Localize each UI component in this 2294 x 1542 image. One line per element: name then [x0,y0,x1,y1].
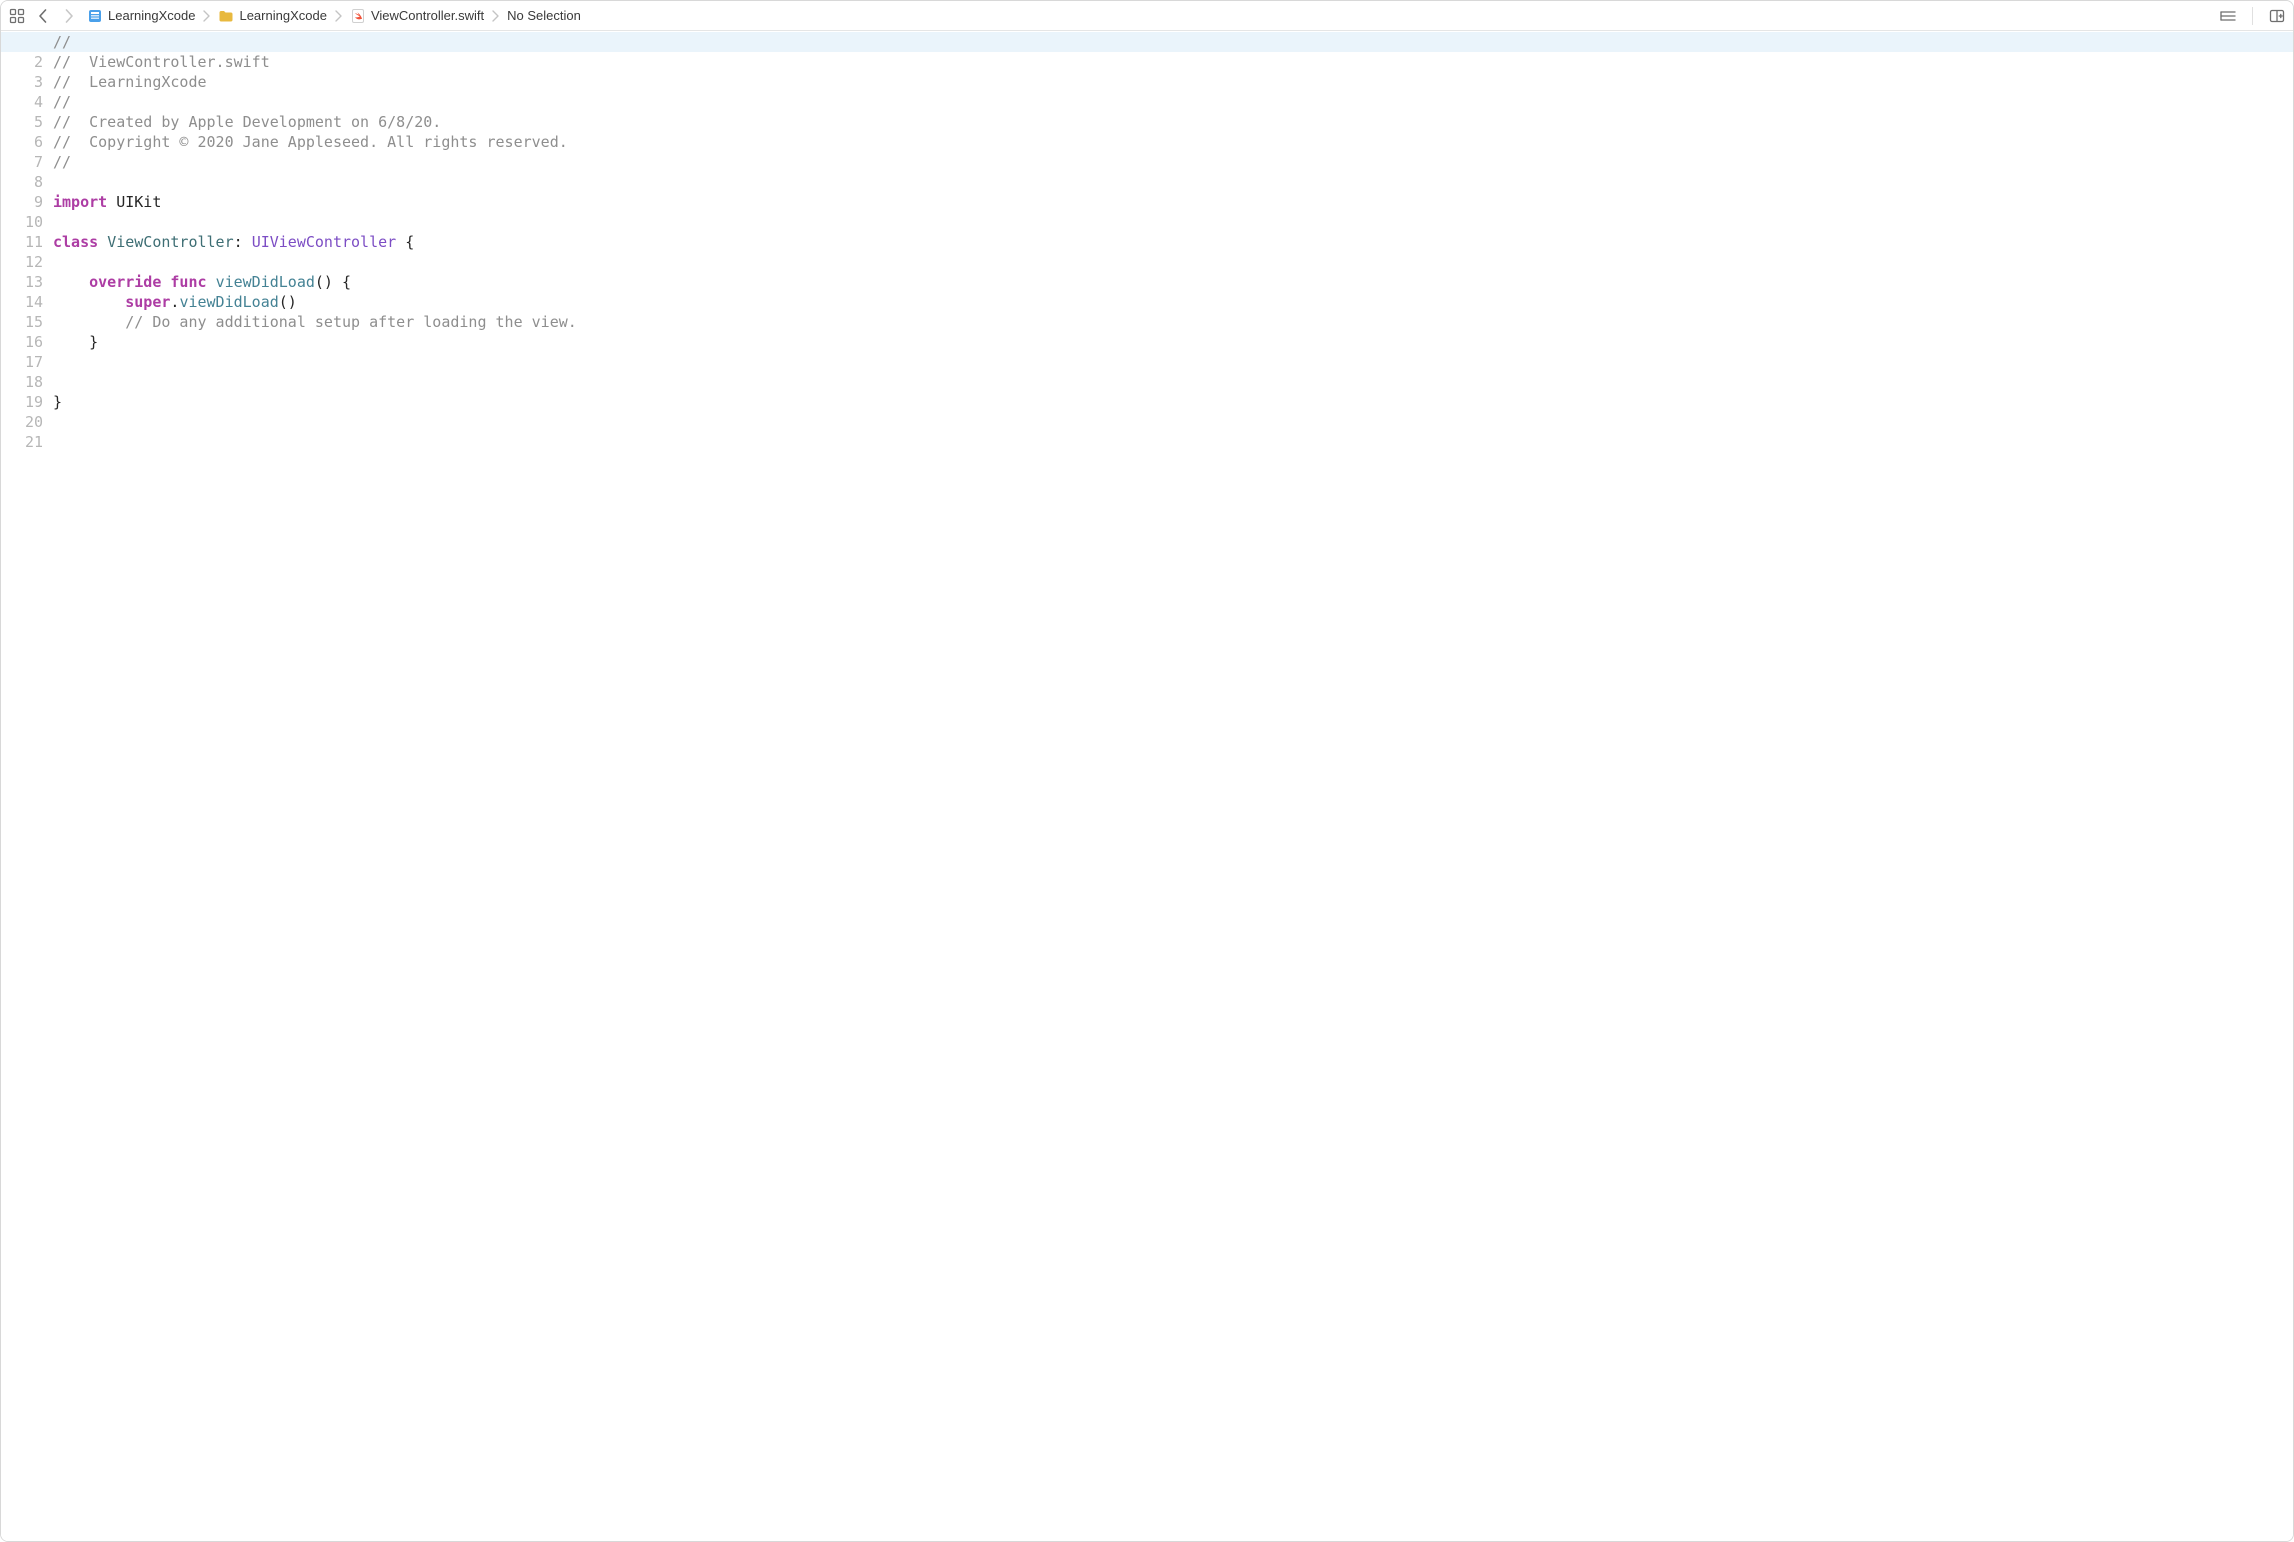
code-line[interactable] [51,352,2293,372]
breadcrumb-group[interactable]: LearningXcode [216,8,328,24]
line-number: 19 [1,392,43,412]
code-line[interactable]: super.viewDidLoad() [51,292,2293,312]
line-number: 3 [1,72,43,92]
code-line[interactable]: } [51,332,2293,352]
line-number: 16 [1,332,43,352]
project-icon [87,8,103,24]
code-line[interactable] [51,212,2293,232]
line-number: 12 [1,252,43,272]
code-line[interactable]: // ViewController.swift [51,52,2293,72]
editor-window: LearningXcode LearningXcode ViewControll… [0,0,2294,1542]
code-line[interactable]: override func viewDidLoad() { [51,272,2293,292]
line-number: 6 [1,132,43,152]
line-number: 13 [1,272,43,292]
line-number: 15 [1,312,43,332]
breadcrumb-project-label: LearningXcode [108,8,195,23]
breadcrumb-selection[interactable]: No Selection [505,8,583,23]
jump-bar-left: LearningXcode LearningXcode ViewControll… [7,6,2214,26]
nav-back-icon[interactable] [33,6,53,26]
line-number: 17 [1,352,43,372]
jump-bar: LearningXcode LearningXcode ViewControll… [1,1,2293,31]
line-number: 9 [1,192,43,212]
breadcrumb-sep-icon [492,10,499,22]
add-assistant-editor-icon[interactable] [2267,6,2287,26]
source-editor[interactable]: 123456789101112131415161718192021 //// V… [1,31,2293,1541]
related-items-icon[interactable] [7,6,27,26]
folder-icon [218,8,234,24]
line-number: 8 [1,172,43,192]
line-number: 11 [1,232,43,252]
editor-options-icon[interactable] [2218,6,2238,26]
code-line[interactable] [51,372,2293,392]
source-code-area[interactable]: // // ViewController.swift// LearningXcod… [51,31,2293,1541]
code-line[interactable]: // [51,152,2293,172]
breadcrumb-selection-label: No Selection [507,8,581,23]
line-number: 5 [1,112,43,132]
jump-bar-right [2218,6,2287,26]
swift-file-icon [350,8,366,24]
code-line[interactable] [51,432,2293,452]
code-line[interactable]: class ViewController: UIViewController { [51,232,2293,252]
toolbar-divider [2252,7,2253,25]
code-line[interactable]: // [51,92,2293,112]
code-line[interactable]: // Do any additional setup after loading… [51,312,2293,332]
breadcrumb-sep-icon [203,10,210,22]
line-number: 4 [1,92,43,112]
line-number: 2 [1,52,43,72]
breadcrumb-file-label: ViewController.swift [371,8,484,23]
nav-forward-icon[interactable] [59,6,79,26]
line-number: 7 [1,152,43,172]
code-line[interactable]: import UIKit [51,192,2293,212]
breadcrumb-project[interactable]: LearningXcode [85,8,197,24]
line-number: 18 [1,372,43,392]
code-line[interactable]: // [1,32,2293,52]
line-number: 10 [1,212,43,232]
code-line[interactable] [51,172,2293,192]
code-line[interactable]: } [51,392,2293,412]
code-line[interactable]: // LearningXcode [51,72,2293,92]
breadcrumb-sep-icon [335,10,342,22]
code-line[interactable]: // Created by Apple Development on 6/8/2… [51,112,2293,132]
line-number: 14 [1,292,43,312]
line-number-gutter: 123456789101112131415161718192021 [1,31,51,1541]
code-line[interactable]: // Copyright © 2020 Jane Appleseed. All … [51,132,2293,152]
breadcrumb-file[interactable]: ViewController.swift [348,8,486,24]
line-number: 20 [1,412,43,432]
code-line[interactable] [51,252,2293,272]
breadcrumb-group-label: LearningXcode [239,8,326,23]
code-line[interactable] [51,412,2293,432]
line-number: 21 [1,432,43,452]
